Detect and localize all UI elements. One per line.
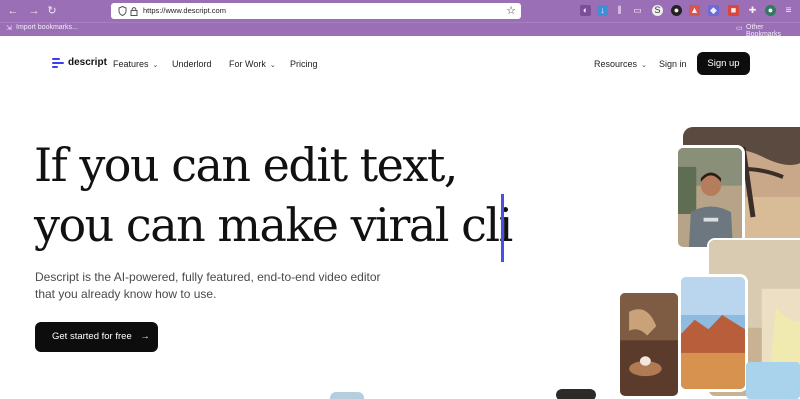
import-bookmarks-icon[interactable]: ⇲ xyxy=(6,24,12,32)
chevron-down-icon: ⌄ xyxy=(641,62,647,69)
man-portrait-image xyxy=(675,145,745,250)
sign-up-button[interactable]: Sign up xyxy=(697,52,750,75)
shield-icon xyxy=(118,6,127,16)
extension-icon[interactable]: S xyxy=(652,5,663,16)
nav-for-work-label: For Work xyxy=(229,59,266,69)
profile-icon[interactable]: ● xyxy=(765,5,776,16)
hero-subtitle-line-1: Descript is the AI-powered, fully featur… xyxy=(35,270,381,284)
folder-icon: ▭ xyxy=(736,25,743,32)
get-started-label: Get started for free xyxy=(52,331,132,342)
extension-icon[interactable]: ■ xyxy=(728,5,739,16)
thumbnail-image xyxy=(556,389,596,399)
extension-icon[interactable]: ◆ xyxy=(708,5,719,16)
descript-logo-icon[interactable] xyxy=(52,58,64,70)
nav-for-work[interactable]: For Work ⌄ xyxy=(229,59,276,69)
nav-underlord[interactable]: Underlord xyxy=(172,59,212,69)
bookmark-star-icon[interactable]: ☆ xyxy=(506,3,516,19)
get-started-button[interactable]: Get started for free → xyxy=(35,322,158,352)
hero-subtitle-line-2: that you already know how to use. xyxy=(35,287,217,301)
download-icon[interactable]: ↓ xyxy=(597,5,608,16)
food-image xyxy=(617,290,681,399)
url-text: https://www.descript.com xyxy=(143,6,226,15)
nav-features[interactable]: Features ⌄ xyxy=(113,59,158,69)
pocket-icon[interactable]: ◐ xyxy=(580,5,591,16)
page: { "browser": { "url": "https://www.descr… xyxy=(0,0,800,399)
extensions-puzzle-icon[interactable]: ✚ xyxy=(747,5,758,16)
hero-headline-line-1: If you can edit text, xyxy=(34,138,458,192)
other-bookmarks-link[interactable]: Other Bookmarks xyxy=(746,24,800,38)
sidebar-icon[interactable]: ▭ xyxy=(632,5,643,16)
thumbnail-image xyxy=(330,392,364,399)
sign-in-link[interactable]: Sign in xyxy=(659,59,687,69)
text-caret xyxy=(501,194,504,262)
extension-icon[interactable]: ● xyxy=(671,5,682,16)
nav-resources-label: Resources xyxy=(594,59,638,69)
nav-pricing[interactable]: Pricing xyxy=(290,59,318,69)
descript-logo[interactable]: descript xyxy=(68,57,107,68)
nav-resources[interactable]: Resources ⌄ xyxy=(594,59,647,69)
extension-icon[interactable]: ▲ xyxy=(689,5,700,16)
back-icon[interactable]: ← xyxy=(6,4,20,18)
library-icon[interactable]: ⫼ xyxy=(614,5,625,16)
bookmarks-bar xyxy=(0,22,800,36)
address-bar[interactable]: https://www.descript.com ☆ xyxy=(111,3,521,19)
import-bookmarks-link[interactable]: Import bookmarks... xyxy=(16,24,78,31)
lock-icon xyxy=(130,7,138,16)
hero-headline-line-2: you can make viral cli xyxy=(34,198,513,252)
sky-image xyxy=(746,362,800,399)
arrow-right-icon: → xyxy=(140,331,150,342)
desert-landscape-image xyxy=(678,274,748,392)
forward-icon[interactable]: → xyxy=(27,4,41,18)
menu-icon[interactable]: ≡ xyxy=(783,5,794,16)
nav-features-label: Features xyxy=(113,59,149,69)
reload-icon[interactable]: ↻ xyxy=(45,4,59,18)
chevron-down-icon: ⌄ xyxy=(269,62,276,69)
chevron-down-icon: ⌄ xyxy=(152,62,159,69)
